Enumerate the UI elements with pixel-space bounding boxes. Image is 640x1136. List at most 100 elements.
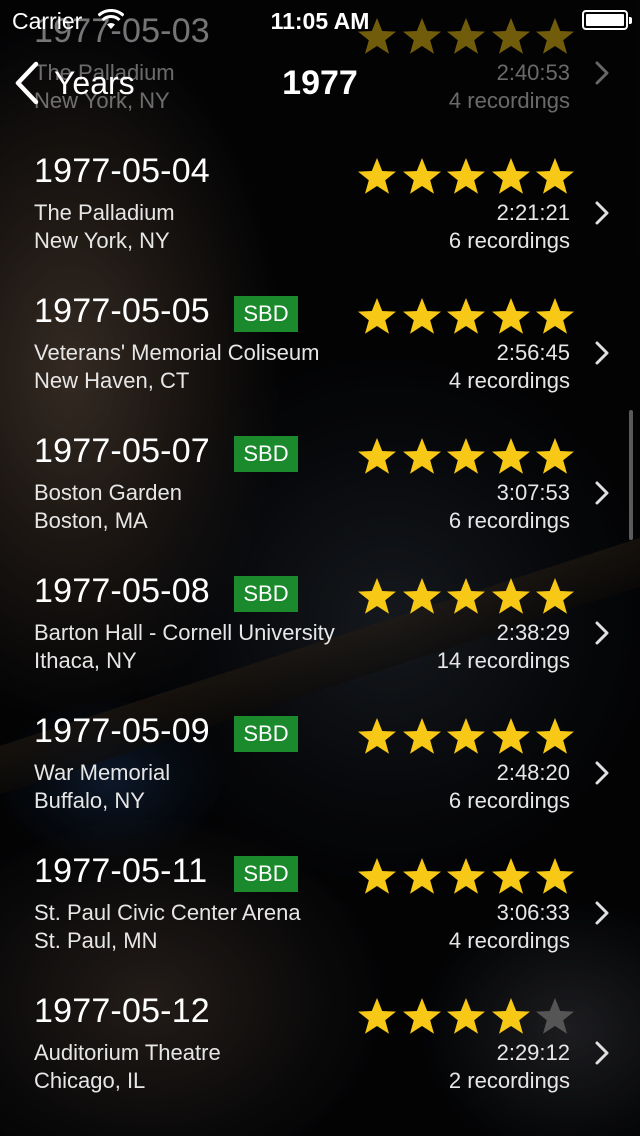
show-row[interactable]: 1977-05-12 Auditorium Theatre Chicago, IL 2…: [0, 992, 640, 1132]
show-row[interactable]: 1977-05-11 SBD St. Paul Civic Center Arena…: [0, 852, 640, 992]
show-duration: 2:56:45: [496, 340, 570, 365]
venue-city: St. Paul, MN: [34, 928, 158, 953]
star-filled-icon: [536, 158, 574, 194]
recordings-count: 6 recordings: [448, 508, 570, 533]
star-filled-icon: [447, 298, 485, 334]
star-filled-icon: [447, 438, 485, 474]
chevron-right-icon: [595, 341, 609, 365]
navigation-bar: Years 1977: [0, 40, 640, 128]
venue-name: Veterans' Memorial Coliseum: [34, 340, 320, 365]
chevron-right-icon: [595, 201, 609, 225]
star-filled-icon: [447, 578, 485, 614]
star-filled-icon: [358, 578, 396, 614]
sbd-badge: SBD: [234, 856, 298, 892]
show-date: 1977-05-11: [34, 852, 208, 890]
star-filled-icon: [358, 718, 396, 754]
recordings-count: 4 recordings: [448, 368, 570, 393]
venue-name: Barton Hall - Cornell University: [34, 620, 335, 645]
show-duration: 2:29:12: [496, 1040, 570, 1065]
star-filled-icon: [491, 858, 530, 894]
show-duration: 2:21:21: [496, 200, 570, 225]
show-duration: 3:06:33: [496, 900, 570, 925]
star-filled-icon: [491, 578, 530, 614]
star-filled-icon: [402, 858, 441, 894]
venue-name: War Memorial: [34, 760, 171, 785]
rating-stars: [356, 436, 576, 476]
battery-icon: [582, 10, 632, 30]
sbd-badge: SBD: [234, 296, 298, 332]
star-filled-icon: [447, 858, 485, 894]
star-filled-icon: [402, 438, 441, 474]
recordings-count: 6 recordings: [448, 228, 570, 253]
rating-stars: [356, 296, 576, 336]
star-filled-icon: [402, 578, 441, 614]
show-date: 1977-05-05: [34, 292, 210, 330]
show-date: 1977-05-08: [34, 572, 210, 610]
sbd-badge: SBD: [234, 716, 298, 752]
star-filled-icon: [358, 158, 396, 194]
star-filled-icon: [536, 858, 574, 894]
show-row[interactable]: 1977-05-07 SBD Boston Garden Boston, MA 3:07…: [0, 432, 640, 572]
show-duration: 3:07:53: [496, 480, 570, 505]
venue-name: St. Paul Civic Center Arena: [34, 900, 301, 925]
scrollbar[interactable]: [629, 410, 633, 540]
recordings-count: 4 recordings: [448, 928, 570, 953]
sbd-badge: SBD: [234, 436, 298, 472]
venue-city: New Haven, CT: [34, 368, 190, 393]
sbd-badge: SBD: [234, 576, 298, 612]
venue-name: Boston Garden: [34, 480, 182, 505]
chevron-right-icon: [595, 1041, 609, 1065]
venue-name: The Palladium: [34, 200, 175, 225]
star-filled-icon: [402, 298, 441, 334]
chevron-right-icon: [595, 761, 609, 785]
rating-stars: [356, 576, 576, 616]
star-filled-icon: [536, 298, 574, 334]
rating-stars: [356, 856, 576, 896]
star-filled-icon: [447, 998, 485, 1034]
show-duration: 2:38:29: [496, 620, 570, 645]
recordings-count: 2 recordings: [448, 1068, 570, 1093]
rating-stars: [356, 156, 576, 196]
recordings-count: 6 recordings: [448, 788, 570, 813]
show-date: 1977-05-09: [34, 712, 210, 750]
show-row[interactable]: 1977-05-08 SBD Barton Hall - Cornell Unive…: [0, 572, 640, 712]
venue-city: Chicago, IL: [34, 1068, 146, 1093]
venue-city: New York, NY: [34, 228, 170, 253]
recordings-count: 14 recordings: [436, 648, 570, 673]
status-bar: Carrier 11:05 AM: [0, 0, 640, 40]
show-row[interactable]: 1977-05-09 SBD War Memorial Buffalo, NY 2:48…: [0, 712, 640, 852]
chevron-right-icon: [595, 621, 609, 645]
star-empty-icon: [536, 998, 574, 1034]
star-filled-icon: [402, 998, 441, 1034]
star-filled-icon: [402, 718, 441, 754]
star-filled-icon: [536, 438, 574, 474]
rating-stars: [356, 716, 576, 756]
show-row[interactable]: 1977-05-05 SBD Veterans' Memorial Coliseum…: [0, 292, 640, 432]
show-duration: 2:48:20: [496, 760, 570, 785]
star-filled-icon: [358, 298, 396, 334]
star-filled-icon: [491, 158, 530, 194]
star-filled-icon: [447, 718, 485, 754]
show-date: 1977-05-04: [34, 152, 210, 190]
chevron-right-icon: [595, 901, 609, 925]
venue-city: Boston, MA: [34, 508, 148, 533]
star-filled-icon: [447, 158, 485, 194]
star-filled-icon: [491, 718, 530, 754]
star-filled-icon: [491, 998, 530, 1034]
star-filled-icon: [491, 438, 530, 474]
venue-city: Ithaca, NY: [34, 648, 137, 673]
show-date: 1977-05-12: [34, 992, 210, 1030]
star-filled-icon: [358, 438, 396, 474]
star-filled-icon: [536, 578, 574, 614]
star-filled-icon: [358, 998, 396, 1034]
venue-name: Auditorium Theatre: [34, 1040, 221, 1065]
rating-stars: [356, 996, 576, 1036]
show-date: 1977-05-07: [34, 432, 210, 470]
star-filled-icon: [536, 718, 574, 754]
show-row[interactable]: 1977-05-04 The Palladium New York, NY 2:21:…: [0, 152, 640, 292]
venue-city: Buffalo, NY: [34, 788, 145, 813]
status-time: 11:05 AM: [270, 8, 370, 34]
star-filled-icon: [491, 298, 530, 334]
page-title: 1977: [282, 64, 358, 102]
star-filled-icon: [402, 158, 441, 194]
